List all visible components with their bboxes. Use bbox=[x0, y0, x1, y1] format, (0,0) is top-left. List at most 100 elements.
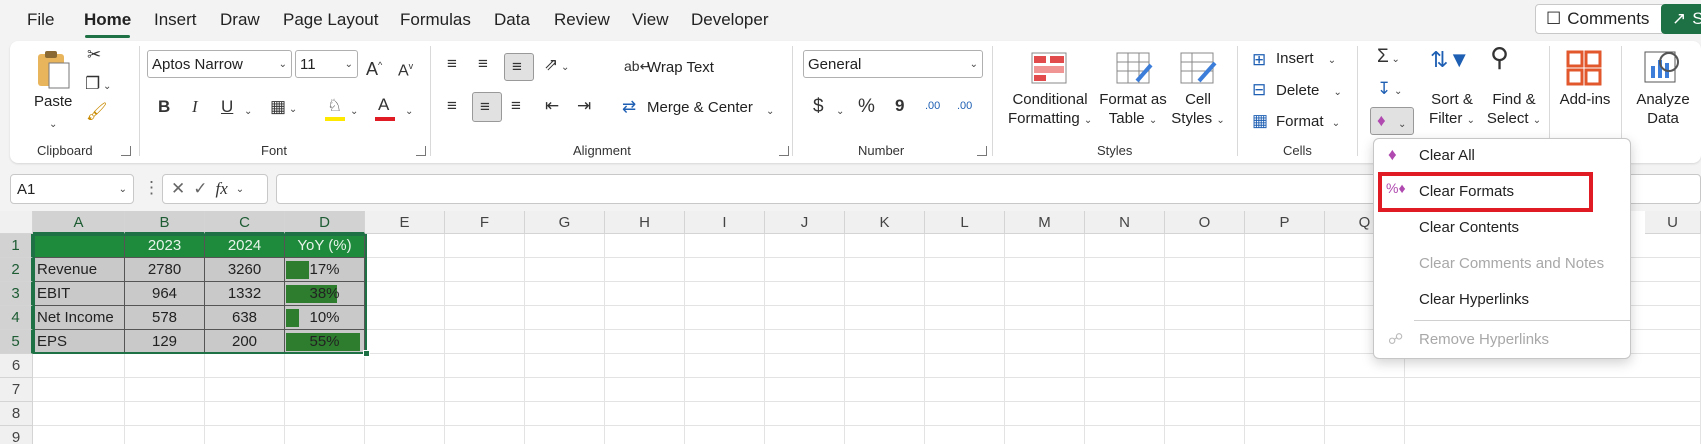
increase-indent-icon[interactable]: ⇥ bbox=[577, 96, 591, 116]
more-options-icon[interactable]: ⋮ bbox=[143, 178, 160, 198]
value-cell-2023[interactable]: 578 bbox=[125, 306, 205, 330]
decrease-font-size-icon[interactable]: Av bbox=[398, 56, 413, 81]
tab-file[interactable]: File bbox=[27, 10, 54, 30]
yoy-cell[interactable]: 10% bbox=[285, 306, 365, 330]
fill-icon[interactable]: ↧ ⌄ bbox=[1377, 79, 1402, 102]
clear-hyperlinks-item[interactable]: Clear Hyperlinks bbox=[1419, 291, 1529, 308]
font-size-select[interactable]: 11 ⌄ bbox=[295, 50, 358, 78]
analyze-data-icon[interactable] bbox=[1643, 48, 1683, 88]
share-button[interactable]: ↗ Sh bbox=[1661, 4, 1701, 34]
center-align-button[interactable]: ≡ bbox=[472, 92, 502, 122]
number-format-select[interactable]: General ⌄ bbox=[803, 50, 983, 78]
bottom-align-button[interactable]: ≡ bbox=[504, 53, 534, 81]
clear-button[interactable]: ♦ ⌄ bbox=[1370, 107, 1414, 135]
row-header-9[interactable]: 9 bbox=[0, 426, 33, 444]
table-header-cell[interactable]: 2024 bbox=[205, 234, 285, 258]
middle-align-icon[interactable]: ≡ bbox=[478, 54, 488, 74]
tab-draw[interactable]: Draw bbox=[220, 10, 260, 30]
row-header-6[interactable]: 6 bbox=[0, 354, 33, 378]
format-as-table-button[interactable]: Format as Table ⌄ bbox=[1098, 90, 1168, 130]
tab-insert[interactable]: Insert bbox=[154, 10, 197, 30]
select-all-corner[interactable] bbox=[0, 211, 33, 234]
chevron-down-icon[interactable]: ⌄ bbox=[236, 184, 244, 195]
align-left-icon[interactable]: ≡ bbox=[447, 96, 457, 116]
format-cells-icon[interactable]: ▦ bbox=[1252, 111, 1268, 131]
value-cell-2024[interactable]: 1332 bbox=[205, 282, 285, 306]
value-cell-2023[interactable]: 129 bbox=[125, 330, 205, 354]
tab-review[interactable]: Review bbox=[554, 10, 610, 30]
column-header-d[interactable]: D bbox=[285, 211, 365, 234]
decrease-indent-icon[interactable]: ⇤ bbox=[545, 96, 559, 116]
row-header-8[interactable]: 8 bbox=[0, 402, 33, 426]
table-header-cell[interactable] bbox=[33, 234, 125, 258]
value-cell-2024[interactable]: 200 bbox=[205, 330, 285, 354]
clipboard-dialog-launcher[interactable] bbox=[121, 146, 131, 156]
autosum-icon[interactable]: Σ ⌄ bbox=[1377, 47, 1400, 70]
name-box[interactable]: A1 ⌄ bbox=[10, 174, 134, 204]
merge-center-icon[interactable]: ⇄ bbox=[622, 97, 636, 117]
column-header-l[interactable]: L bbox=[925, 211, 1005, 234]
font-family-select[interactable]: Aptos Narrow ⌄ bbox=[147, 50, 292, 78]
decrease-decimal-icon[interactable]: .00 bbox=[957, 96, 972, 116]
orientation-icon[interactable]: ⇗ ⌄ bbox=[544, 55, 569, 78]
fill-color-icon[interactable]: ♘ bbox=[327, 96, 342, 116]
currency-icon[interactable]: $ bbox=[813, 97, 824, 117]
value-cell-2023[interactable]: 964 bbox=[125, 282, 205, 306]
column-header-m[interactable]: M bbox=[1005, 211, 1085, 234]
column-header-a[interactable]: A bbox=[33, 211, 125, 234]
column-header-f[interactable]: F bbox=[445, 211, 525, 234]
font-dialog-launcher[interactable] bbox=[416, 146, 426, 156]
column-header-h[interactable]: H bbox=[605, 211, 685, 234]
format-cells-button[interactable]: Format ⌄ bbox=[1276, 113, 1340, 130]
format-painter-icon[interactable]: 🖌 bbox=[86, 102, 108, 122]
insert-cells-icon[interactable]: ⊞ bbox=[1252, 50, 1266, 70]
value-cell-2024[interactable]: 3260 bbox=[205, 258, 285, 282]
clear-contents-item[interactable]: Clear Contents bbox=[1419, 219, 1519, 236]
borders-icon[interactable]: ▦ ⌄ bbox=[270, 97, 297, 120]
column-header-u[interactable]: U bbox=[1645, 211, 1701, 234]
font-color-chevron-icon[interactable]: ⌄ bbox=[405, 99, 413, 122]
row-label-cell[interactable]: EPS bbox=[33, 330, 125, 354]
cell-styles-icon[interactable] bbox=[1179, 51, 1219, 87]
clear-all-item[interactable]: Clear All bbox=[1419, 147, 1475, 164]
tab-formulas[interactable]: Formulas bbox=[400, 10, 471, 30]
tab-developer[interactable]: Developer bbox=[691, 10, 769, 30]
remove-hyperlinks-item[interactable]: Remove Hyperlinks bbox=[1419, 331, 1549, 348]
row-label-cell[interactable]: Net Income bbox=[33, 306, 125, 330]
sort-filter-icon[interactable]: ⇅▼ bbox=[1430, 49, 1470, 71]
conditional-formatting-icon[interactable] bbox=[1030, 51, 1070, 87]
cut-icon[interactable]: ✂ bbox=[87, 45, 101, 65]
tab-page-layout[interactable]: Page Layout bbox=[283, 10, 378, 30]
comma-style-icon[interactable]: 9 bbox=[895, 96, 904, 116]
merge-dropdown-chevron-icon[interactable]: ⌄ bbox=[766, 99, 774, 122]
font-color-icon[interactable]: A bbox=[378, 95, 389, 115]
analyze-data-button[interactable]: Analyze Data bbox=[1630, 90, 1696, 128]
table-header-cell[interactable]: 2023 bbox=[125, 234, 205, 258]
row-header-4[interactable]: 4 bbox=[0, 306, 33, 330]
column-header-o[interactable]: O bbox=[1165, 211, 1245, 234]
insert-cells-button[interactable]: Insert ⌄ bbox=[1276, 50, 1336, 67]
row-header-5[interactable]: 5 bbox=[0, 330, 33, 354]
sort-filter-button[interactable]: Sort & Filter ⌄ bbox=[1422, 90, 1482, 130]
currency-chevron-icon[interactable]: ⌄ bbox=[836, 99, 844, 122]
underline-button[interactable]: U bbox=[221, 97, 233, 117]
comments-button[interactable]: ☐ Comments bbox=[1535, 4, 1665, 34]
cancel-icon[interactable]: ✕ bbox=[171, 179, 185, 199]
tab-data[interactable]: Data bbox=[494, 10, 530, 30]
find-select-button[interactable]: Find & Select ⌄ bbox=[1481, 90, 1547, 130]
row-label-cell[interactable]: Revenue bbox=[33, 258, 125, 282]
column-header-g[interactable]: G bbox=[525, 211, 605, 234]
column-header-j[interactable]: J bbox=[765, 211, 845, 234]
italic-button[interactable]: I bbox=[192, 97, 198, 117]
column-header-n[interactable]: N bbox=[1085, 211, 1165, 234]
wrap-text-button[interactable]: Wrap Text bbox=[647, 59, 714, 76]
conditional-formatting-button[interactable]: Conditional Formatting ⌄ bbox=[1008, 90, 1092, 130]
format-as-table-icon[interactable] bbox=[1115, 51, 1155, 87]
top-align-icon[interactable]: ≡ bbox=[447, 54, 457, 74]
add-ins-icon[interactable] bbox=[1566, 50, 1602, 86]
merge-center-button[interactable]: Merge & Center bbox=[647, 99, 753, 116]
column-header-c[interactable]: C bbox=[205, 211, 285, 234]
tab-view[interactable]: View bbox=[632, 10, 669, 30]
cell-styles-button[interactable]: Cell Styles ⌄ bbox=[1168, 90, 1228, 130]
percent-icon[interactable]: % bbox=[858, 97, 875, 117]
